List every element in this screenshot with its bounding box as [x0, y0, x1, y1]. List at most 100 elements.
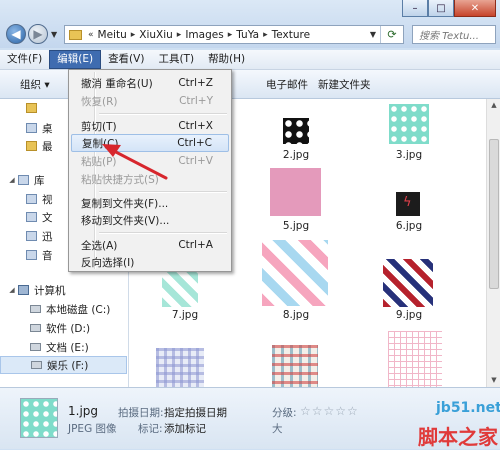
breadcrumb-texture[interactable]: Texture — [269, 29, 313, 41]
file-thumbnail-8[interactable] — [262, 240, 328, 306]
menu-item-cut[interactable]: 剪切(T) Ctrl+X — [71, 117, 229, 135]
nav-computer[interactable]: ◢ 计算机 — [8, 281, 65, 299]
folder-icon — [69, 29, 82, 40]
menu-item-redo[interactable]: 恢复(R) Ctrl+Y — [71, 92, 229, 110]
nav-drive-c[interactable]: 本地磁盘 (C:) — [30, 300, 110, 318]
tags-value[interactable]: 添加标记 — [164, 421, 206, 436]
breadcrumb-tuya[interactable]: TuYa — [233, 29, 262, 41]
menu-item-paste-shortcut[interactable]: 粘贴快捷方式(S) — [71, 170, 229, 188]
file-name[interactable]: 3.jpg — [379, 149, 439, 161]
nav-libraries[interactable]: ◢ 库 — [8, 171, 44, 189]
refresh-button[interactable]: ⟳ — [380, 26, 403, 43]
arrow-left-icon: ◀ — [11, 27, 21, 41]
title-bar: – □ ✕ ◀ ▶ ▼ « Meitu ▸ XiuXiu ▸ Images ▸ … — [0, 0, 500, 48]
organize-button[interactable]: 组织 ▾ — [20, 77, 50, 92]
file-thumbnail[interactable] — [156, 348, 204, 387]
scroll-down-arrow-icon[interactable]: ▼ — [487, 374, 500, 387]
address-bar[interactable]: « Meitu ▸ XiuXiu ▸ Images ▸ TuYa ▸ Textu… — [64, 25, 404, 44]
menu-item-label: 复制(C) — [82, 137, 119, 150]
nav-drive-d[interactable]: 软件 (D:) — [30, 319, 90, 337]
nav-item-desktop[interactable]: 桌 — [26, 119, 53, 137]
expand-arrow-icon[interactable]: ◢ — [8, 176, 16, 184]
rating-stars[interactable]: ☆☆☆☆☆ — [300, 404, 359, 418]
menu-help[interactable]: 帮助(H) — [201, 50, 252, 69]
file-name[interactable]: 9.jpg — [379, 309, 439, 321]
menu-item-select-all[interactable]: 全选(A) Ctrl+A — [71, 236, 229, 254]
nav-item-label: 软件 (D:) — [46, 322, 91, 335]
menu-item-undo-rename[interactable]: 撤消 重命名(U) Ctrl+Z — [71, 74, 229, 92]
menu-item-copy[interactable]: 复制(C) Ctrl+C — [71, 134, 229, 152]
minimize-button[interactable]: – — [402, 0, 428, 17]
nav-item-music[interactable]: 音 — [26, 246, 53, 264]
document-library-icon — [26, 212, 37, 222]
menu-edit[interactable]: 编辑(E) — [49, 50, 102, 69]
nav-item-label: 迅 — [42, 230, 53, 243]
breadcrumb-meitu[interactable]: Meitu — [95, 29, 130, 41]
back-button[interactable]: ◀ — [6, 24, 26, 44]
file-name[interactable]: 5.jpg — [266, 220, 326, 232]
breadcrumb-images[interactable]: Images — [182, 29, 226, 41]
menu-item-move-to-folder[interactable]: 移动到文件夹(V)... — [71, 211, 229, 229]
close-button[interactable]: ✕ — [454, 0, 496, 17]
recent-pages-dropdown[interactable]: ▼ — [51, 30, 57, 39]
menu-item-copy-to-folder[interactable]: 复制到文件夹(F)... — [71, 194, 229, 212]
forward-button[interactable]: ▶ — [28, 24, 48, 44]
scroll-up-arrow-icon[interactable]: ▲ — [487, 99, 500, 112]
file-name[interactable]: 7.jpg — [155, 309, 215, 321]
nav-item-partial[interactable] — [26, 99, 42, 117]
search-input[interactable]: 搜索 Textu... — [412, 25, 496, 44]
nav-item-xunlei[interactable]: 迅 — [26, 227, 53, 245]
file-thumbnail-9[interactable] — [383, 259, 433, 307]
selected-file-type: JPEG 图像 — [68, 423, 117, 435]
new-folder-button[interactable]: 新建文件夹 — [318, 77, 371, 92]
menu-item-label: 粘贴快捷方式(S) — [81, 173, 159, 186]
file-thumbnail-7[interactable] — [162, 267, 198, 307]
file-thumbnail-2[interactable] — [283, 118, 309, 144]
date-taken-value[interactable]: 指定拍摄日期 — [164, 405, 227, 420]
scrollbar-thumb[interactable] — [489, 139, 499, 289]
file-name[interactable]: 6.jpg — [379, 220, 439, 232]
file-thumbnail-6[interactable]: ϟ — [396, 192, 420, 216]
nav-item-videos[interactable]: 视 — [26, 190, 53, 208]
file-name[interactable]: 8.jpg — [266, 309, 326, 321]
breadcrumb-xiuxiu[interactable]: XiuXiu — [136, 29, 176, 41]
nav-drive-f[interactable]: 娱乐 (F:) — [0, 356, 127, 374]
drive-icon — [30, 343, 41, 351]
file-thumbnail[interactable] — [388, 331, 442, 387]
address-dropdown[interactable]: ▼ — [366, 30, 380, 39]
folder-icon — [26, 103, 37, 113]
menu-item-invert-selection[interactable]: 反向选择(I) — [71, 253, 229, 271]
menu-item-shortcut: Ctrl+V — [178, 155, 213, 167]
chevron-down-icon: ▼ — [51, 30, 58, 39]
download-library-icon — [26, 231, 37, 241]
vertical-scrollbar[interactable]: ▲ ▼ — [486, 99, 500, 387]
maximize-button[interactable]: □ — [428, 0, 454, 17]
nav-item-documents[interactable]: 文 — [26, 208, 53, 226]
selected-file-name: 1.jpg — [68, 404, 99, 418]
menu-file[interactable]: 文件(F) — [0, 50, 49, 69]
menu-item-label: 撤消 重命名(U) — [81, 77, 153, 90]
music-library-icon — [26, 250, 37, 260]
watermark-brand: 脚本之家 — [418, 425, 498, 449]
nav-item-label: 视 — [42, 193, 53, 206]
nav-item-label: 文 — [42, 211, 53, 224]
menu-item-shortcut: Ctrl+Z — [178, 77, 213, 89]
nav-item-recent[interactable]: 最 — [26, 137, 53, 155]
file-name[interactable]: 2.jpg — [266, 149, 326, 161]
nav-drive-e[interactable]: 文档 (E:) — [30, 338, 89, 356]
file-thumbnail-5[interactable] — [270, 168, 321, 216]
expand-arrow-icon[interactable]: ◢ — [8, 286, 16, 294]
menu-item-shortcut: Ctrl+C — [177, 137, 212, 149]
file-thumbnail[interactable] — [272, 345, 318, 387]
menu-separator — [99, 232, 227, 234]
menu-view[interactable]: 查看(V) — [101, 50, 151, 69]
menu-item-paste[interactable]: 粘贴(P) Ctrl+V — [71, 152, 229, 170]
email-button[interactable]: 电子邮件 — [266, 77, 308, 92]
folder-icon — [26, 141, 37, 151]
lightning-icon: ϟ — [403, 195, 412, 210]
menu-tools[interactable]: 工具(T) — [151, 50, 201, 69]
file-thumbnail-3[interactable] — [389, 104, 429, 144]
date-taken-label: 拍摄日期: — [118, 407, 164, 419]
nav-item-label: 文档 (E:) — [46, 341, 89, 354]
breadcrumb-overflow[interactable]: « — [87, 30, 95, 40]
